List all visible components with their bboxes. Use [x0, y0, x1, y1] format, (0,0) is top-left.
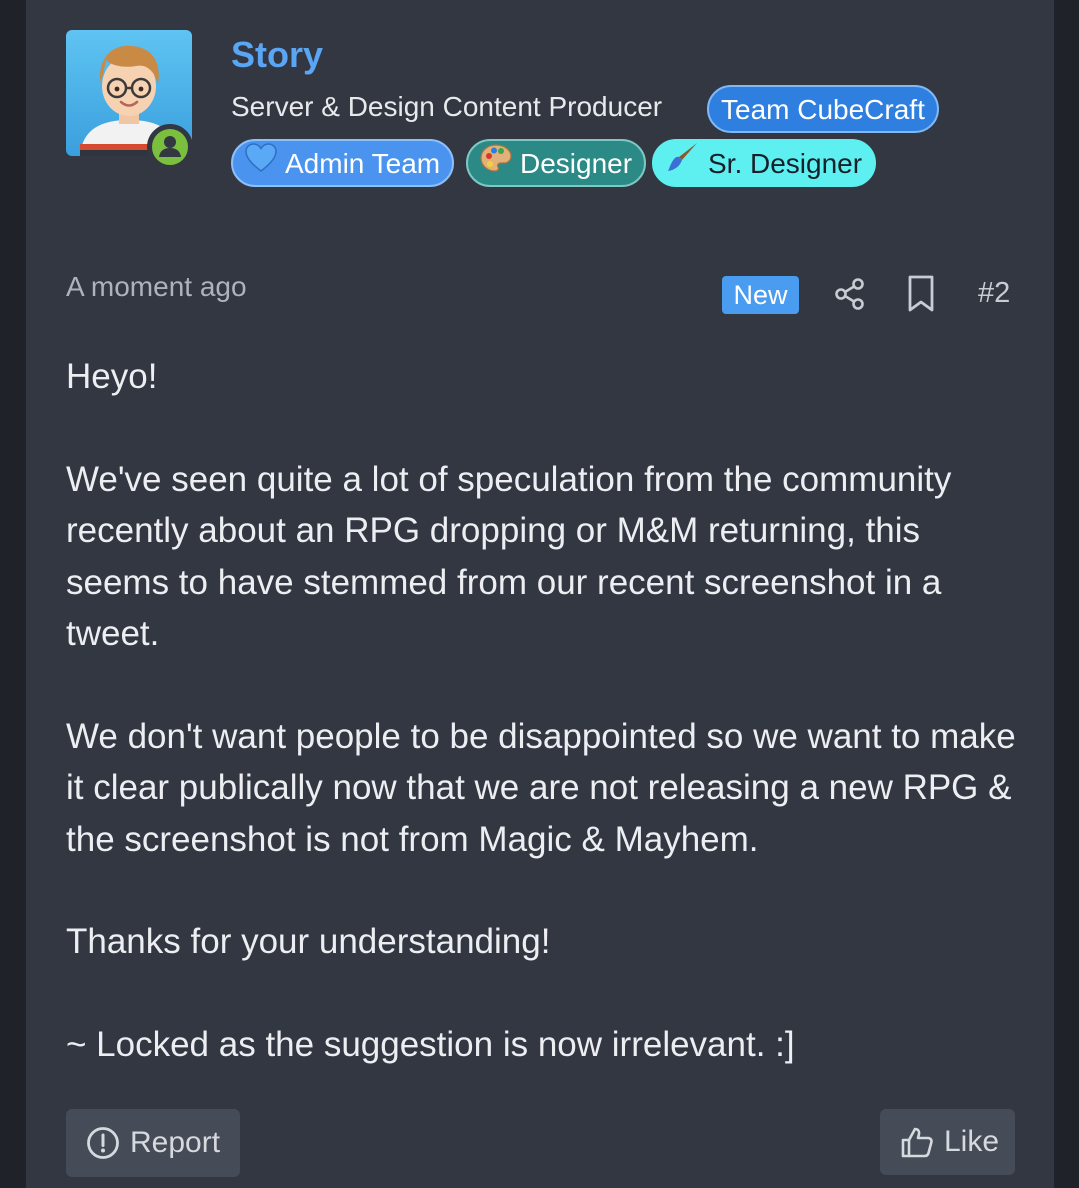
- team-badge-label: Team CubeCraft: [721, 94, 925, 125]
- designer-badge-label: Designer: [520, 148, 633, 179]
- post-paragraph: Heyo!: [66, 357, 158, 396]
- team-badge: Team CubeCraft: [707, 85, 939, 133]
- post-paragraph: We've seen quite a lot of speculation fr…: [66, 459, 952, 654]
- designer-badge: Designer: [466, 139, 647, 187]
- post-paragraph: Thanks for your understanding!: [66, 922, 551, 962]
- report-button[interactable]: Report: [66, 1109, 240, 1177]
- post-timestamp[interactable]: A moment ago: [66, 271, 247, 303]
- sr-designer-badge: Sr. Designer: [652, 139, 877, 187]
- share-icon[interactable]: [832, 276, 868, 312]
- post-body: Heyo! We've seen quite a lot of speculat…: [66, 351, 1026, 1071]
- thumbs-up-icon: [901, 1127, 933, 1158]
- exclamation-circle-icon: [87, 1127, 119, 1159]
- like-button-label: Like: [944, 1125, 1000, 1158]
- paintbrush-icon: [666, 141, 700, 187]
- post-paragraph: ~ Locked as the suggestion is now irrele…: [66, 1025, 795, 1065]
- sr-designer-badge-label: Sr. Designer: [708, 148, 863, 179]
- report-button-label: Report: [130, 1126, 221, 1159]
- like-button[interactable]: Like: [880, 1109, 1015, 1175]
- admin-badge: Admin Team: [231, 139, 455, 187]
- author-title: Server & Design Content Producer: [231, 91, 663, 122]
- bookmark-icon[interactable]: [904, 274, 938, 314]
- admin-badge-label: Admin Team: [285, 148, 441, 179]
- blue-heart-icon: [245, 141, 277, 187]
- post-card: Story Server & Design Content Producer T…: [26, 0, 1054, 1188]
- palette-icon: [480, 141, 512, 187]
- new-badge: New: [722, 276, 799, 314]
- author-name[interactable]: Story: [231, 34, 323, 76]
- post-number-link[interactable]: #2: [978, 277, 1010, 310]
- post-paragraph: We don't want people to be disappointed …: [66, 716, 1016, 859]
- online-status-icon: [147, 124, 193, 170]
